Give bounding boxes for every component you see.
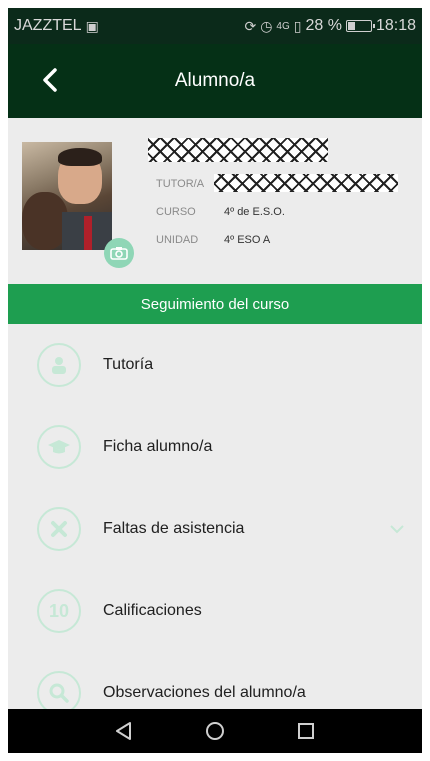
menu-item-label: Faltas de asistencia — [103, 520, 245, 537]
number-ten-icon: 10 — [37, 589, 81, 633]
phone-screen: JAZZTEL ▣ ⟳ ◷ 4G ▯ 28 % 18:18 Alumno/a T… — [8, 8, 422, 753]
change-photo-button[interactable] — [104, 238, 134, 268]
sync-icon: ⟳ — [244, 17, 257, 34]
nav-back-button[interactable] — [111, 718, 137, 744]
battery-percent: 28 % — [305, 17, 342, 34]
menu-item-ficha-alumno[interactable]: Ficha alumno/a — [8, 406, 422, 488]
student-name-redacted — [148, 138, 328, 162]
tutor-label: TUTOR/A — [156, 178, 205, 190]
camera-icon — [110, 247, 128, 260]
menu-item-calificaciones[interactable]: 10 Calificaciones — [8, 570, 422, 652]
triangle-back-icon — [115, 722, 131, 740]
unit-label: UNIDAD — [156, 234, 199, 246]
circle-home-icon — [205, 722, 224, 740]
square-recents-icon — [298, 723, 315, 739]
nav-recents-button[interactable] — [293, 718, 319, 744]
person-icon — [37, 343, 81, 387]
cross-icon — [37, 507, 81, 551]
menu-item-faltas-asistencia[interactable]: Faltas de asistencia — [8, 488, 422, 570]
graduation-cap-icon — [37, 425, 81, 469]
tutor-name-redacted — [214, 174, 398, 192]
menu-item-label: Ficha alumno/a — [103, 438, 213, 455]
status-bar: JAZZTEL ▣ ⟳ ◷ 4G ▯ 28 % 18:18 — [8, 8, 422, 44]
course-menu: Tutoría Ficha alumno/a Faltas de asisten… — [8, 324, 422, 734]
chevron-down-icon[interactable] — [388, 520, 406, 538]
menu-item-label: Tutoría — [103, 356, 154, 373]
app-bar: Alumno/a — [8, 44, 422, 118]
student-photo — [22, 142, 112, 250]
menu-item-label: Calificaciones — [103, 602, 202, 619]
course-value: 4º de E.S.O. — [224, 206, 285, 218]
student-profile: TUTOR/A CURSO 4º de E.S.O. UNIDAD 4º ESO… — [8, 118, 422, 284]
image-notification-icon: ▣ — [85, 17, 99, 34]
menu-item-label: Observaciones del alumno/a — [103, 684, 306, 701]
course-label: CURSO — [156, 206, 196, 218]
alarm-icon: ◷ — [260, 17, 273, 34]
nav-home-button[interactable] — [202, 718, 228, 744]
network-type: 4G — [276, 20, 290, 32]
number-ten-text: 10 — [48, 600, 70, 621]
navigation-bar — [8, 709, 422, 753]
menu-item-tutoria[interactable]: Tutoría — [8, 324, 422, 406]
battery-icon — [345, 20, 375, 32]
carrier-name: JAZZTEL — [14, 17, 82, 34]
page-title: Alumno/a — [174, 70, 256, 91]
unit-value: 4º ESO A — [224, 234, 271, 246]
section-header: Seguimiento del curso — [8, 284, 422, 324]
clock: 18:18 — [375, 17, 416, 34]
signal-icon: ▯ — [293, 17, 302, 34]
